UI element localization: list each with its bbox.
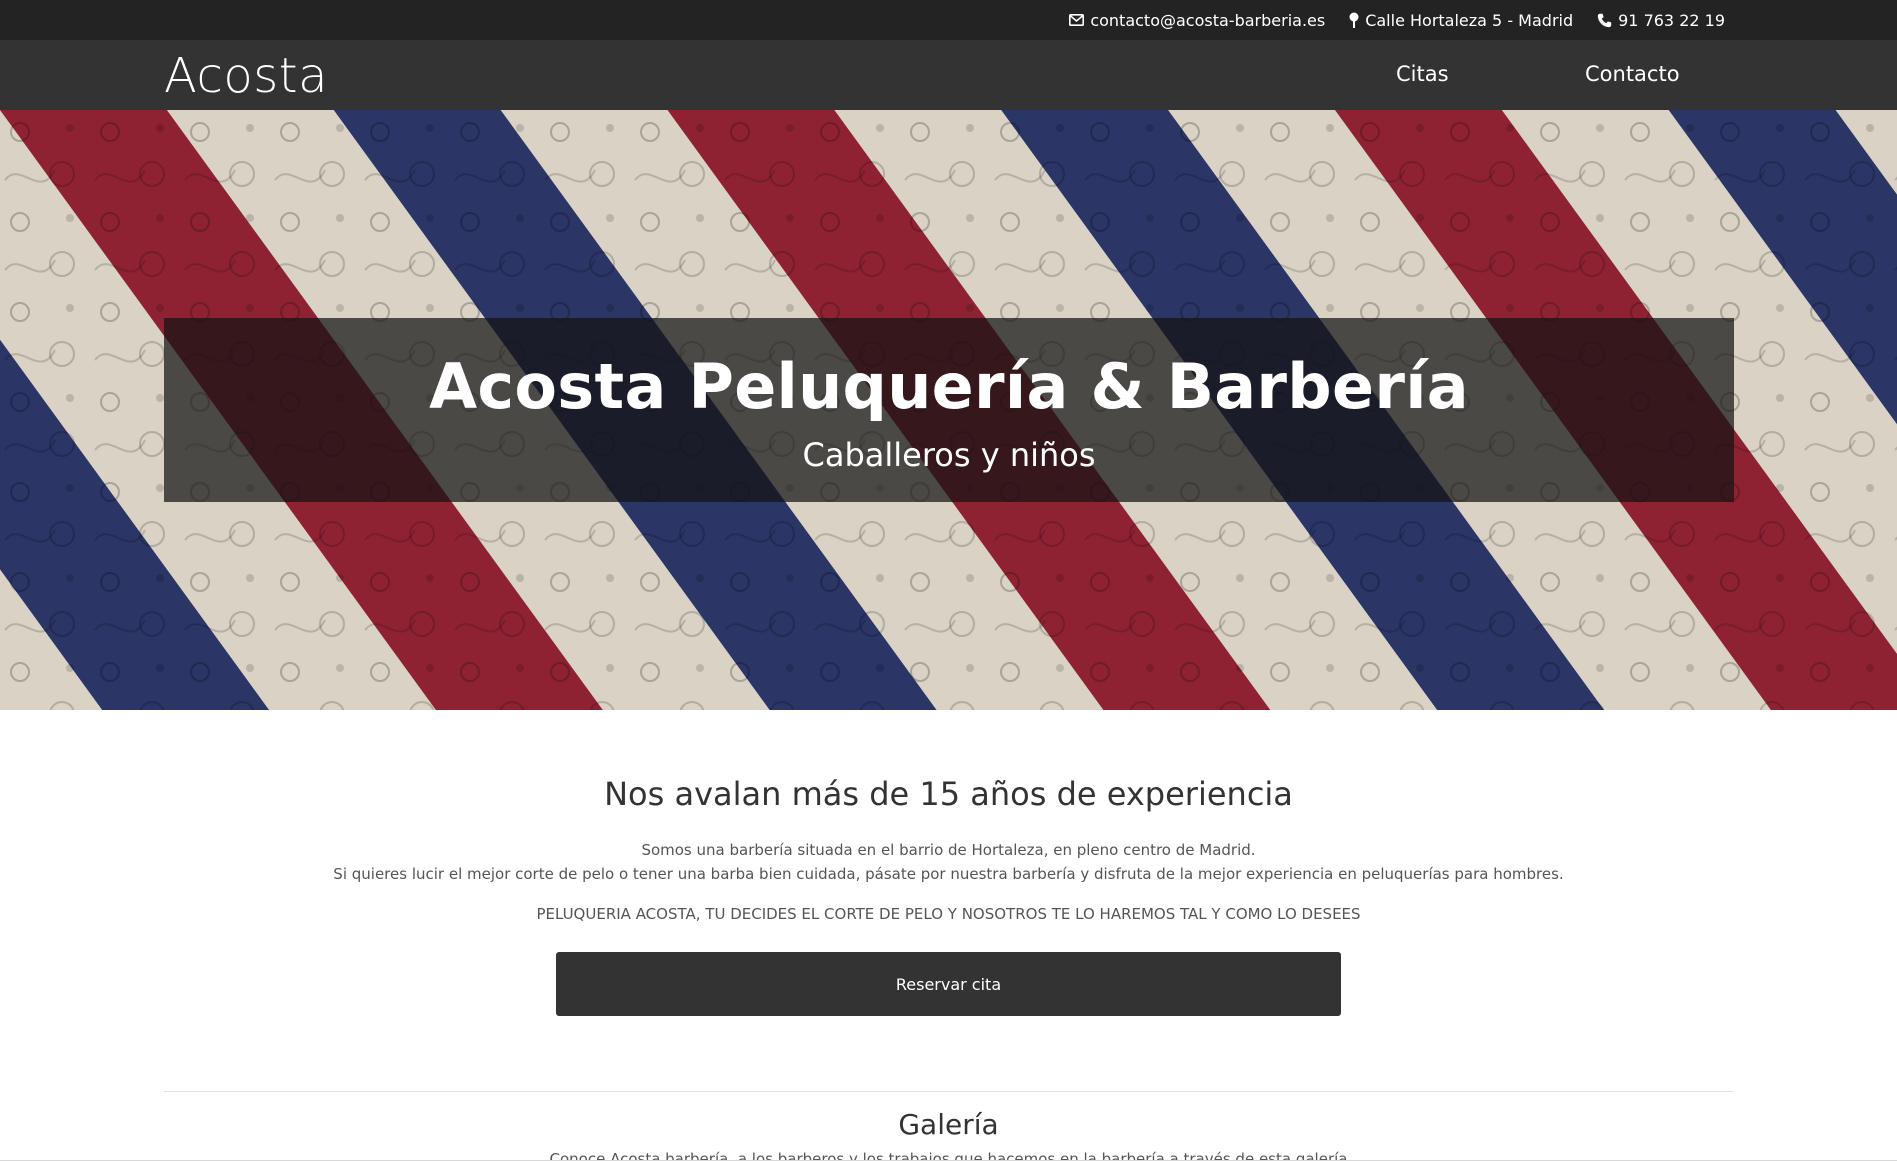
contact-address-text: Calle Hortaleza 5 - Madrid [1365,10,1574,30]
about-tagline: PELUQUERIA ACOSTA, TU DECIDES EL CORTE D… [536,905,1361,923]
main-navbar: Acosta Citas Contacto [0,40,1897,110]
about-heading: Nos avalan más de 15 años de experiencia [604,775,1293,813]
contact-address: Calle Hortaleza 5 - Madrid [1349,11,1573,30]
about-text-line-2: Si quieres lucir el mejor corte de pelo … [333,865,1564,883]
hero-subtitle: Caballeros y niños [802,436,1096,474]
phone-icon [1597,13,1612,28]
gallery-heading: Galería [898,1108,999,1141]
envelope-icon [1069,14,1085,26]
contact-info: contacto@acosta-barberia.es Calle Hortal… [1069,0,1725,40]
about-text-line-1: Somos una barbería situada en el barrio … [641,841,1256,859]
nav-link-contacto[interactable]: Contacto [1585,62,1680,86]
contact-email-text[interactable]: contacto@acosta-barberia.es [1090,11,1325,30]
brand-logo[interactable]: Acosta [164,48,328,104]
hero-banner: Acosta Peluquería & Barbería Caballeros … [0,110,1897,710]
map-marker-icon [1349,12,1359,28]
hero-title: Acosta Peluquería & Barbería [429,350,1469,423]
contact-phone[interactable]: 91 763 22 19 [1597,11,1725,30]
hero-caption-box: Acosta Peluquería & Barbería Caballeros … [164,318,1734,502]
reserve-appointment-button[interactable]: Reservar cita [556,952,1341,1016]
section-divider [164,1091,1734,1092]
contact-phone-text[interactable]: 91 763 22 19 [1618,11,1725,30]
nav-link-citas[interactable]: Citas [1396,62,1449,86]
top-contact-bar: contacto@acosta-barberia.es Calle Hortal… [0,0,1897,40]
contact-email[interactable]: contacto@acosta-barberia.es [1069,11,1325,30]
